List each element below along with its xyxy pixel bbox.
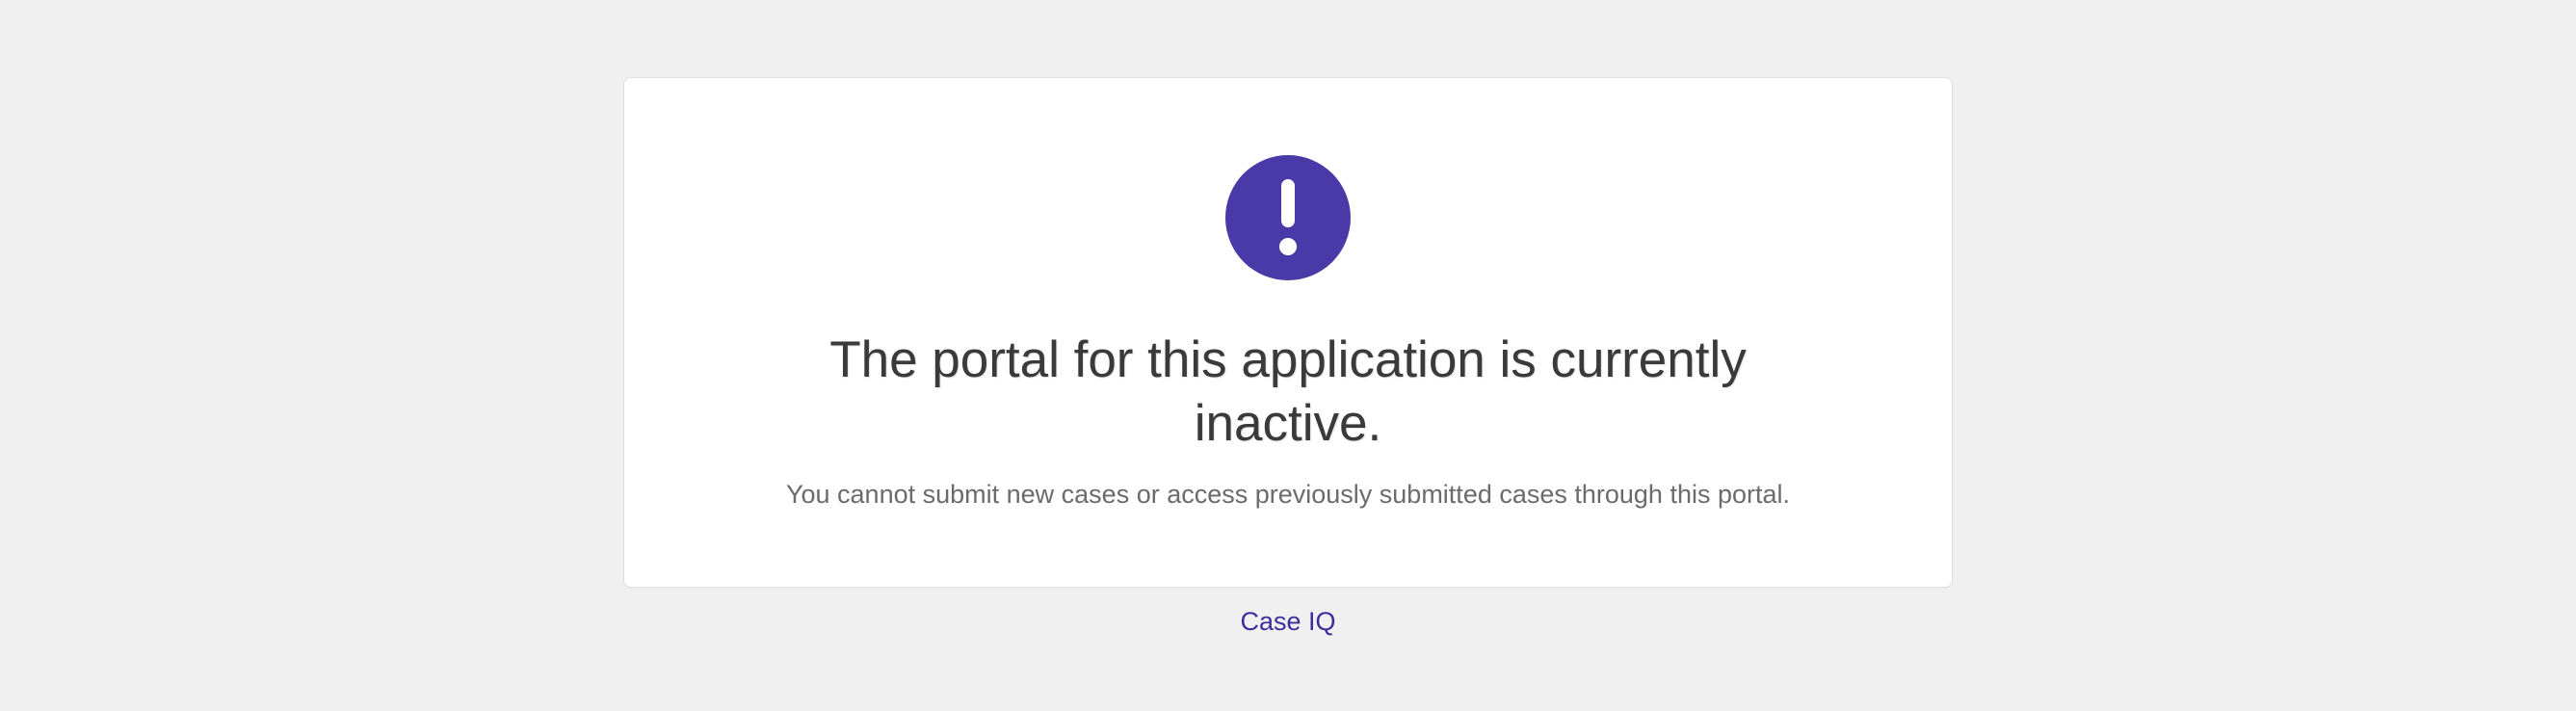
portal-inactive-heading: The portal for this application is curre…: [758, 329, 1818, 457]
inactive-portal-card: The portal for this application is curre…: [623, 77, 1953, 588]
portal-inactive-subtext: You cannot submit new cases or access pr…: [786, 480, 1790, 510]
case-iq-link[interactable]: Case IQ: [1240, 607, 1335, 637]
exclamation-mark-icon: [1275, 179, 1301, 256]
exclamation-circle-icon: [1225, 155, 1351, 280]
